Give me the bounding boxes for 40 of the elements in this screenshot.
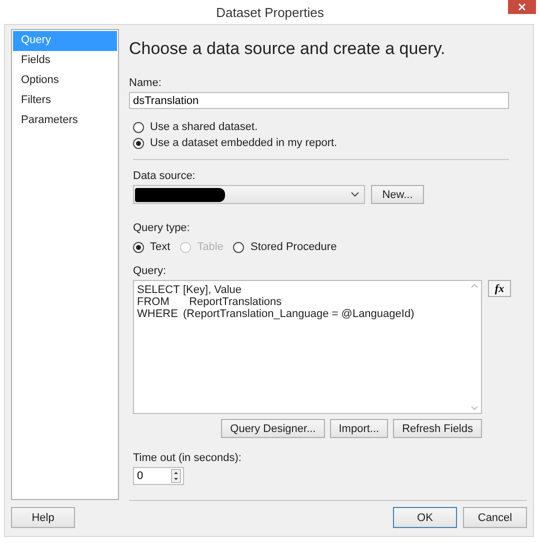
sidebar-item[interactable]: Options xyxy=(13,71,117,91)
query-text: ReportTranslations xyxy=(188,296,282,308)
query-action-button[interactable]: Import... xyxy=(330,419,388,438)
name-field[interactable]: dsTranslation xyxy=(129,92,509,109)
query-text: [Key], Value xyxy=(183,284,242,296)
close-button[interactable] xyxy=(508,0,536,14)
radio-button[interactable] xyxy=(133,122,144,132)
query-action-button[interactable]: Query Designer... xyxy=(221,419,325,438)
help-button[interactable]: Help xyxy=(11,507,75,528)
field-label: Name: xyxy=(129,77,162,89)
field-label: Query type: xyxy=(133,222,191,234)
field-label: Time out (in seconds): xyxy=(133,452,242,464)
radio-label: Table xyxy=(197,241,224,253)
cancel-button[interactable]: Cancel xyxy=(463,507,527,528)
sidebar-item[interactable]: Parameters xyxy=(13,111,117,131)
query-action-button[interactable]: Refresh Fields xyxy=(393,419,482,438)
ok-button[interactable]: OK xyxy=(393,507,457,528)
new-button[interactable]: New... xyxy=(371,185,424,204)
sidebar-item[interactable]: Filters xyxy=(13,91,117,111)
field-label: Data source: xyxy=(133,170,196,182)
spin-arrows-icon[interactable] xyxy=(171,469,181,483)
expression-button[interactable]: fx xyxy=(488,280,511,297)
radio-button[interactable] xyxy=(133,242,144,252)
radio-button[interactable] xyxy=(133,138,144,148)
page-heading: Choose a data source and create a query. xyxy=(129,39,446,59)
query-keyword: SELECT xyxy=(137,284,181,296)
query-text: (ReportTranslation_Language = @LanguageId) xyxy=(183,308,414,320)
radio-label: Text xyxy=(150,241,170,253)
field-label: Query: xyxy=(133,265,168,277)
close-icon xyxy=(518,3,526,11)
radio-label: Use a dataset embedded in my report. xyxy=(150,137,338,149)
radio-label: Stored Procedure xyxy=(250,241,337,253)
sidebar-item[interactable]: Fields xyxy=(13,51,117,71)
query-keyword: FROM xyxy=(137,296,170,308)
radio-button[interactable] xyxy=(233,242,244,252)
query-keyword: WHERE xyxy=(137,308,179,320)
radio-label: Use a shared dataset. xyxy=(150,121,258,133)
window-title: Dataset Properties xyxy=(216,4,324,20)
chevron-down-icon xyxy=(351,192,359,197)
data-source-dropdown[interactable] xyxy=(133,185,365,204)
